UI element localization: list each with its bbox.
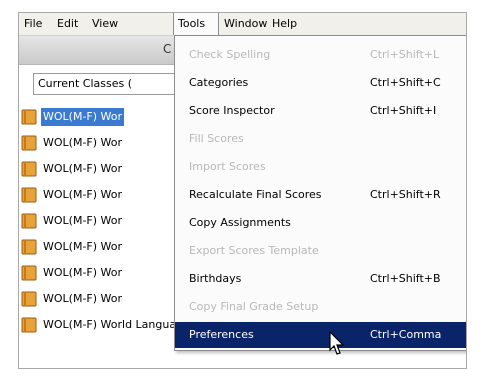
menu-item-shortcut: Ctrl+Shift+B bbox=[370, 272, 441, 285]
mouse-pointer-icon bbox=[329, 331, 345, 355]
menu-item-preferences[interactable]: Preferences Ctrl+Comma bbox=[175, 322, 466, 348]
menu-item-shortcut: Ctrl+Comma bbox=[370, 328, 442, 341]
class-row-label: WOL(M-F) Wor bbox=[43, 162, 123, 175]
menu-view[interactable]: View bbox=[92, 13, 118, 34]
menu-item-label: Check Spelling bbox=[189, 48, 271, 61]
menu-item-label: Recalculate Final Scores bbox=[189, 188, 322, 201]
class-row-label: WOL(M-F) Wor bbox=[41, 108, 125, 126]
class-book-icon bbox=[21, 213, 37, 229]
app-window: File Edit View Tools Window Help C Curre… bbox=[18, 12, 467, 369]
class-book-icon bbox=[21, 317, 37, 333]
menu-item-export-scores-template[interactable]: Export Scores Template bbox=[175, 238, 466, 264]
class-book-icon bbox=[21, 109, 37, 125]
menu-item-categories[interactable]: Categories Ctrl+Shift+C bbox=[175, 70, 466, 96]
menu-bar: File Edit View Tools Window Help bbox=[19, 13, 466, 36]
class-book-icon bbox=[21, 187, 37, 203]
menu-item-label: Export Scores Template bbox=[189, 244, 319, 257]
class-row-label: WOL(M-F) Wor bbox=[43, 292, 123, 305]
menu-item-label: Copy Assignments bbox=[189, 216, 291, 229]
menu-item-label: Categories bbox=[189, 76, 249, 89]
class-book-icon bbox=[21, 291, 37, 307]
menu-item-label: Copy Final Grade Setup bbox=[189, 300, 319, 313]
menu-item-score-inspector[interactable]: Score Inspector Ctrl+Shift+I bbox=[175, 98, 466, 124]
menu-item-shortcut: Ctrl+Shift+L bbox=[370, 48, 440, 61]
class-row-label: WOL(M-F) World Language bbox=[43, 318, 190, 331]
menu-item-label: Preferences bbox=[189, 328, 254, 341]
menu-edit[interactable]: Edit bbox=[57, 13, 78, 34]
class-book-icon bbox=[21, 161, 37, 177]
menu-item-recalculate-final-scores[interactable]: Recalculate Final Scores Ctrl+Shift+R bbox=[175, 182, 466, 208]
menu-item-check-spelling[interactable]: Check Spelling Ctrl+Shift+L bbox=[175, 42, 466, 68]
panel-header-label: C bbox=[163, 42, 172, 56]
menu-item-label: Fill Scores bbox=[189, 132, 244, 145]
class-row-label: WOL(M-F) Wor bbox=[43, 214, 123, 227]
menu-item-label: Score Inspector bbox=[189, 104, 275, 117]
tools-menu: Check Spelling Ctrl+Shift+L Categories Ctrl… bbox=[174, 35, 466, 351]
class-book-icon bbox=[21, 239, 37, 255]
menu-item-label: Birthdays bbox=[189, 272, 242, 285]
menu-file[interactable]: File bbox=[24, 13, 42, 34]
class-book-icon bbox=[21, 135, 37, 151]
menu-item-label: Import Scores bbox=[189, 160, 266, 173]
class-row-label: WOL(M-F) Wor bbox=[43, 188, 123, 201]
menu-item-shortcut: Ctrl+Shift+I bbox=[370, 104, 437, 117]
menu-item-shortcut: Ctrl+Shift+R bbox=[370, 188, 441, 201]
menu-item-import-scores[interactable]: Import Scores bbox=[175, 154, 466, 180]
menu-tools[interactable]: Tools bbox=[173, 13, 219, 35]
class-row-label: WOL(M-F) Wor bbox=[43, 266, 123, 279]
menu-item-fill-scores[interactable]: Fill Scores bbox=[175, 126, 466, 152]
class-book-icon bbox=[21, 265, 37, 281]
menu-item-copy-assignments[interactable]: Copy Assignments bbox=[175, 210, 466, 236]
menu-item-birthdays[interactable]: Birthdays Ctrl+Shift+B bbox=[175, 266, 466, 292]
menu-help[interactable]: Help bbox=[272, 13, 297, 34]
menu-item-shortcut: Ctrl+Shift+C bbox=[370, 76, 441, 89]
class-filter-select[interactable]: Current Classes ( bbox=[33, 73, 183, 95]
class-row-label: WOL(M-F) Wor bbox=[43, 136, 123, 149]
menu-item-copy-final-grade-setup[interactable]: Copy Final Grade Setup bbox=[175, 294, 466, 320]
menu-window[interactable]: Window bbox=[224, 13, 267, 34]
class-row-label: WOL(M-F) Wor bbox=[43, 240, 123, 253]
panel-header: C bbox=[19, 36, 179, 65]
